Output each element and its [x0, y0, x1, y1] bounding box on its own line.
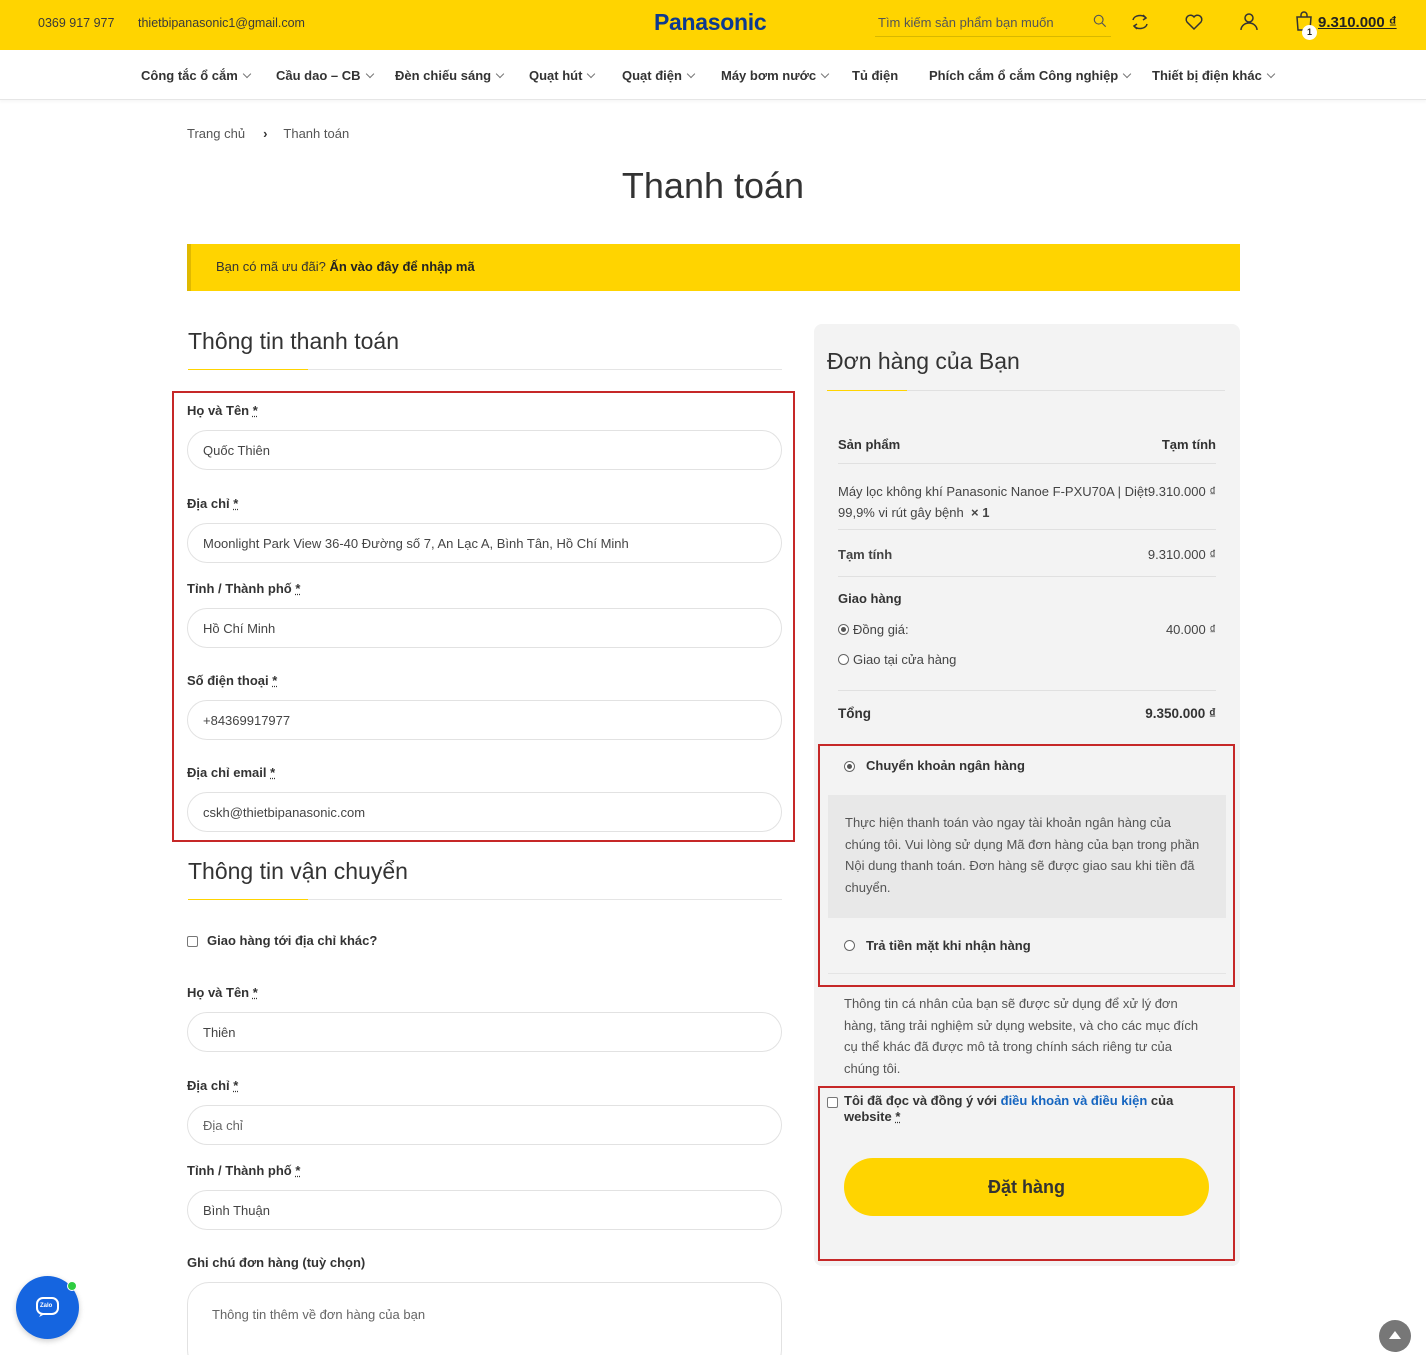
page-title: Thanh toán: [621, 165, 805, 206]
ship-flat-radio[interactable]: [838, 624, 849, 635]
compare-icon[interactable]: [1129, 11, 1151, 33]
divider: [188, 369, 782, 370]
payment-cod-label[interactable]: Trả tiền mặt khi nhận hàng: [866, 938, 1031, 953]
billing-address-input[interactable]: [187, 523, 782, 563]
field-label-ship-city: Tỉnh / Thành phố *: [187, 1163, 301, 1178]
coupon-link[interactable]: Ấn vào đây để nhập mã: [330, 259, 475, 274]
nav-item-quat-dien[interactable]: Quạt điện: [622, 68, 696, 83]
chevron-down-icon: [587, 69, 596, 79]
shipping-name-input[interactable]: [187, 1012, 782, 1052]
billing-title: Thông tin thanh toán: [188, 328, 399, 354]
user-icon[interactable]: [1238, 11, 1260, 33]
terms-label: Tôi đã đọc và đồng ý với điều khoản và đ…: [844, 1093, 1174, 1124]
shipping-title: Thông tin vận chuyển: [188, 858, 408, 884]
field-label-address: Địa chỉ *: [187, 496, 239, 511]
place-order-button[interactable]: Đặt hàng: [844, 1158, 1209, 1216]
field-label-ship-address: Địa chỉ *: [187, 1078, 239, 1093]
nav-item-thiet-bi-khac[interactable]: Thiết bị điện khác: [1152, 68, 1276, 83]
order-title: Đơn hàng của Bạn: [827, 348, 1020, 374]
zalo-label: Zalo: [40, 1303, 53, 1309]
contact-email[interactable]: thietbipanasonic1@gmail.com: [138, 16, 305, 30]
ship-flat-option[interactable]: Đồng giá: 40.000 ₫: [853, 622, 1216, 637]
order-item-name[interactable]: Máy lọc không khí Panasonic Nanoe F-PXU7…: [838, 484, 1148, 499]
divider: [838, 529, 1216, 530]
ship-different-checkbox[interactable]: [187, 936, 198, 947]
chevron-down-icon: [686, 69, 696, 79]
field-label-ship-name: Họ và Tên *: [187, 985, 258, 1000]
back-to-top-button[interactable]: [1379, 1320, 1411, 1352]
coupon-notice: Bạn có mã ưu đãi? Ấn vào đây để nhập mã: [187, 244, 1240, 291]
order-item-price: 9.310.000 ₫: [1147, 484, 1216, 499]
search-input[interactable]: [875, 10, 1085, 34]
cart-button[interactable]: 1 9.310.000 ₫: [1294, 10, 1414, 40]
breadcrumb-home[interactable]: Trang chủ: [187, 126, 245, 141]
billing-name-input[interactable]: [187, 430, 782, 470]
order-item-qty: × 1: [970, 505, 990, 520]
site-logo[interactable]: Panasonic: [654, 9, 767, 36]
phone-number[interactable]: 0369 917 977: [38, 16, 114, 30]
divider: [838, 463, 1216, 464]
chevron-down-icon: [495, 69, 505, 79]
chevron-right-icon: ›: [263, 126, 268, 141]
billing-city-input[interactable]: [187, 608, 782, 648]
field-label-phone: Số điện thoại *: [187, 673, 278, 688]
breadcrumb: Trang chủ › Thanh toán: [187, 126, 349, 141]
divider: [188, 899, 782, 900]
chevron-down-icon: [1266, 69, 1276, 79]
heart-icon[interactable]: [1183, 11, 1205, 33]
shipping-city-input[interactable]: [187, 1190, 782, 1230]
payment-bank-radio[interactable]: [844, 761, 855, 772]
nav-item-cong-tac[interactable]: Công tắc ổ cắm: [141, 68, 252, 83]
billing-phone-input[interactable]: [187, 700, 782, 740]
ship-flat-price: 40.000 ₫: [1165, 622, 1216, 637]
order-header-row: Sản phẩm Tạm tính: [838, 437, 1216, 452]
search-box: [875, 10, 1111, 37]
chevron-down-icon: [242, 69, 252, 79]
nav-item-tu-dien[interactable]: Tủ điện: [852, 68, 898, 83]
shipping-address-input[interactable]: [187, 1105, 782, 1145]
total-row: Tổng 9.350.000 ₫: [838, 706, 1216, 721]
cart-count-badge: 1: [1302, 25, 1317, 40]
divider: [838, 576, 1216, 577]
divider: [838, 690, 1216, 691]
ship-pickup-radio[interactable]: [838, 654, 849, 665]
zalo-chat-button[interactable]: Zalo: [16, 1276, 79, 1339]
payment-bank-description: Thực hiện thanh toán vào ngay tài khoản …: [828, 795, 1226, 918]
payment-bank-label[interactable]: Chuyển khoản ngân hàng: [866, 758, 1025, 773]
subtotal-row: Tạm tính 9.310.000 ₫: [838, 547, 1216, 562]
chevron-down-icon: [1123, 69, 1132, 79]
nav-item-den[interactable]: Đèn chiếu sáng: [395, 68, 505, 83]
chevron-down-icon: [365, 69, 374, 79]
search-icon[interactable]: [1093, 14, 1107, 28]
field-label-city: Tỉnh / Thành phố *: [187, 581, 301, 596]
nav-item-phich-cam[interactable]: Phích cắm ổ cắm Công nghiệp: [929, 68, 1132, 83]
top-bar: 0369 917 977 thietbipanasonic1@gmail.com…: [0, 0, 1426, 50]
terms-link[interactable]: điều khoản và điều kiện: [1001, 1093, 1148, 1108]
field-label-notes: Ghi chú đơn hàng (tuỳ chọn): [187, 1255, 366, 1270]
ship-different-label[interactable]: Giao hàng tới địa chỉ khác?: [207, 933, 377, 948]
subtotal-value: 9.310.000 ₫: [1147, 547, 1216, 562]
divider: [827, 390, 1225, 391]
chevron-down-icon: [820, 69, 830, 79]
field-label-email: Địa chỉ email *: [187, 765, 276, 780]
breadcrumb-current: Thanh toán: [283, 126, 350, 141]
terms-checkbox[interactable]: [827, 1097, 838, 1108]
ship-pickup-label[interactable]: Giao tại cửa hàng: [853, 652, 1216, 667]
total-value: 9.350.000 ₫: [1145, 706, 1216, 721]
chevron-up-icon: [1389, 1331, 1401, 1339]
cart-total: 9.310.000 ₫: [1318, 14, 1397, 31]
shipping-label: Giao hàng: [838, 591, 902, 606]
nav-item-cau-dao[interactable]: Cầu dao – CB: [276, 68, 374, 83]
privacy-notice: Thông tin cá nhân của bạn sẽ được sử dụn…: [844, 996, 1199, 1076]
nav-item-may-bom[interactable]: Máy bơm nước: [721, 68, 830, 83]
main-nav: Công tắc ổ cắm Cầu dao – CB Đèn chiếu sá…: [0, 50, 1426, 100]
order-notes-textarea[interactable]: [187, 1282, 782, 1355]
billing-email-input[interactable]: [187, 792, 782, 832]
nav-item-quat-hut[interactable]: Quạt hút: [529, 68, 596, 83]
payment-cod-radio[interactable]: [844, 940, 855, 951]
online-status-dot: [67, 1281, 77, 1291]
field-label-name: Họ và Tên *: [187, 403, 258, 418]
order-item-row: Máy lọc không khí Panasonic Nanoe F-PXU7…: [838, 481, 1216, 523]
